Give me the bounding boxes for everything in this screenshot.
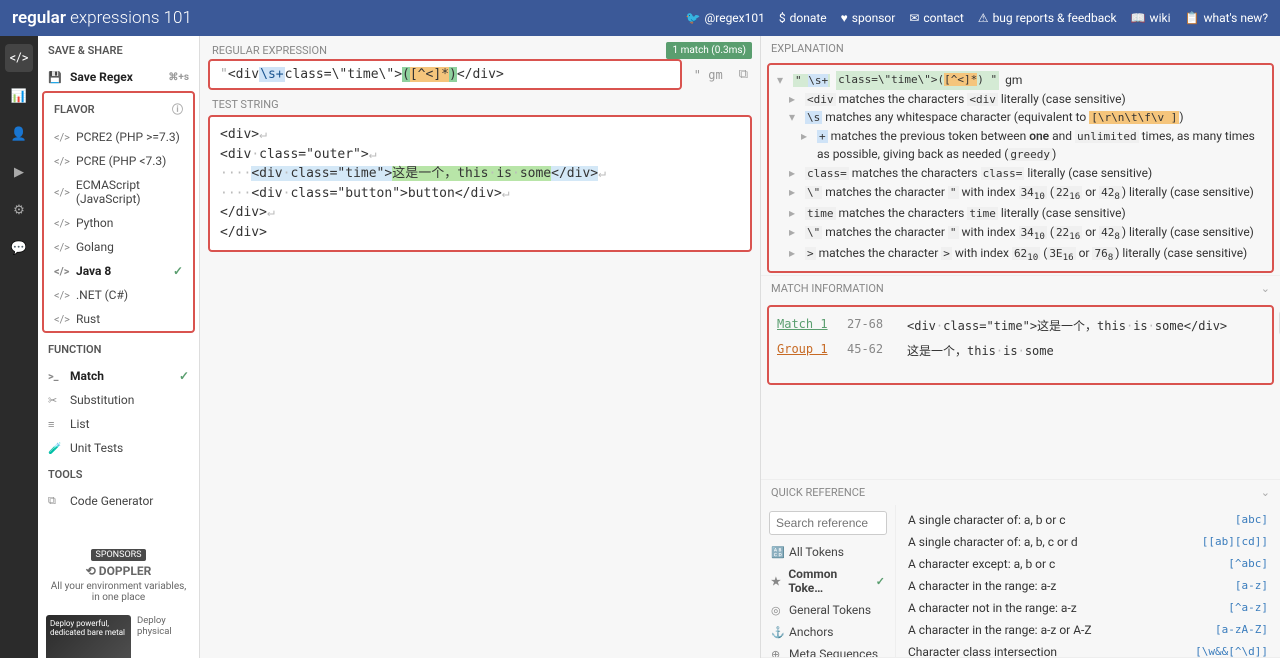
function-list[interactable]: ≡List [38,412,199,436]
quickref-search-input[interactable] [769,511,887,535]
sponsor-image[interactable]: Deploy powerful, dedicated bare metal [46,615,131,658]
function-unit-tests[interactable]: 🧪Unit Tests [38,436,199,460]
function-header: FUNCTION [38,335,199,364]
save-regex-item[interactable]: 💾 Save Regex ⌘+s [38,65,199,89]
match-row[interactable]: Group 145-62这是一个，this·is·some [777,338,1264,363]
qr-cat-common-toke-[interactable]: ★Common Toke…✓ [761,563,895,599]
rail-regex-icon[interactable]: </> [5,44,33,72]
top-header: regular expressions 101 🐦@regex101 $donat… [0,0,1280,36]
rail-debug-icon[interactable]: ▶ [5,158,33,186]
rail-library-icon[interactable]: 📊 [5,82,33,110]
code-icon: </> [54,155,70,168]
header-nav: 🐦@regex101 $donate ♥sponsor ✉contact ⚠bug re… [686,11,1268,25]
sidebar: SAVE & SHARE 💾 Save Regex ⌘+s FLAVOR ⓘ <… [38,36,200,658]
nav-what-s-new-[interactable]: 📋what's new? [1184,11,1268,25]
collapse-icon[interactable]: ⌄ [1261,486,1270,499]
qr-item[interactable]: Character class intersection[\w&&[^\d]] [896,641,1280,657]
qr-item[interactable]: A single character of: a, b, c or d[[ab]… [896,531,1280,553]
code-icon: </> [54,265,70,278]
quickref-items: A single character of: a, b or c[abc]A s… [896,505,1280,657]
regex-input[interactable]: " <div\s+class=\"time\">([^<]*)</div> [208,59,682,90]
function-substitution[interactable]: ✂Substitution [38,388,199,412]
collapse-icon[interactable]: ⌄ [1261,282,1270,295]
help-icon[interactable]: ⓘ [172,101,183,117]
rail-chat-icon[interactable]: 💬 [5,234,33,262]
match-info-header: MATCH INFORMATION [771,282,884,295]
nav-contact[interactable]: ✉contact [909,11,963,25]
rail-account-icon[interactable]: 👤 [5,120,33,148]
nav--regex101[interactable]: 🐦@regex101 [686,11,765,25]
check-icon: ✓ [173,264,183,278]
flavor-rust[interactable]: </>Rust [44,307,193,331]
nav-donate[interactable]: $donate [779,11,827,25]
test-string-input[interactable]: <div>↵ <div·class="outer">↵ ····<div·cla… [208,115,752,252]
match-row[interactable]: Match 127-68<div·class="time">这是一个，this·… [777,313,1264,338]
qr-cat-anchors[interactable]: ⚓Anchors [761,621,895,643]
flavor-pcre-php-7-3-[interactable]: </>PCRE (PHP <7.3) [44,149,193,173]
quickref-categories: 🔠All Tokens★Common Toke…✓◎General Tokens… [761,505,896,657]
flavor--net-c-[interactable]: </>.NET (C#) [44,283,193,307]
copy-icon[interactable]: ⧉ [735,65,752,84]
flavor-python[interactable]: </>Python [44,211,193,235]
test-string-label: TEST STRING [208,96,752,113]
code-generator-item[interactable]: ⧉ Code Generator [38,489,199,513]
nav-wiki[interactable]: 📖wiki [1131,11,1171,25]
qr-item[interactable]: A single character of: a, b or c[abc] [896,509,1280,531]
save-icon: 💾 [48,71,64,84]
match-count-badge: 1 match (0.3ms) [666,42,752,59]
regex-flags[interactable]: " gm [688,64,729,86]
doppler-logo[interactable]: ⟲ DOPPLER [46,564,191,578]
qr-item[interactable]: A character in the range: a-z or A-Z[a-z… [896,619,1280,641]
flavor-golang[interactable]: </>Golang [44,235,193,259]
save-share-header: SAVE & SHARE [38,36,199,65]
match-info-box: ⇪ Match 127-68<div·class="time">这是一个，thi… [767,305,1274,385]
qr-item[interactable]: A character in the range: a-z[a-z] [896,575,1280,597]
code-icon: </> [54,313,70,326]
qr-cat-all-tokens[interactable]: 🔠All Tokens [761,541,895,563]
center-panel: REGULAR EXPRESSION 1 match (0.3ms) " <di… [200,36,760,658]
qr-cat-general-tokens[interactable]: ◎General Tokens [761,599,895,621]
qr-cat-meta-sequences[interactable]: ⊕Meta Sequences [761,643,895,657]
right-panel: EXPLANATION ▾" \s+class=\"time\">([^<]*)… [760,36,1280,658]
explanation-header: EXPLANATION [771,42,844,55]
code-icon: </> [54,241,70,254]
flavor-header: FLAVOR ⓘ [44,93,193,125]
check-icon: ✓ [179,369,189,383]
nav-sponsor[interactable]: ♥sponsor [841,11,896,25]
code-icon: </> [54,131,70,144]
tools-header: TOOLS [38,460,199,489]
code-icon: </> [54,186,70,199]
code-icon: ⧉ [48,494,64,508]
flavor-java-8[interactable]: </>Java 8✓ [44,259,193,283]
qr-item[interactable]: A character not in the range: a-z[^a-z] [896,597,1280,619]
regex-label: REGULAR EXPRESSION [208,42,331,59]
logo[interactable]: regular expressions 101 [12,8,192,28]
code-icon: </> [54,217,70,230]
flavor-ecmascript-javascript-[interactable]: </>ECMAScript (JavaScript) [44,173,193,211]
explanation-box: ▾" \s+class=\"time\">([^<]*) " gm▸<div m… [767,63,1274,273]
qr-item[interactable]: A character except: a, b or c[^abc] [896,553,1280,575]
function-match[interactable]: >_Match✓ [38,364,199,388]
rail-settings-icon[interactable]: ⚙ [5,196,33,224]
left-rail: </> 📊 👤 ▶ ⚙ 💬 [0,36,38,658]
nav-bug-reports-feedback[interactable]: ⚠bug reports & feedback [978,11,1117,25]
quickref-header: QUICK REFERENCE [771,486,865,499]
sponsors-badge: SPONSORS [91,549,145,561]
flavor-pcre2-php-7-3-[interactable]: </>PCRE2 (PHP >=7.3) [44,125,193,149]
code-icon: </> [54,289,70,302]
